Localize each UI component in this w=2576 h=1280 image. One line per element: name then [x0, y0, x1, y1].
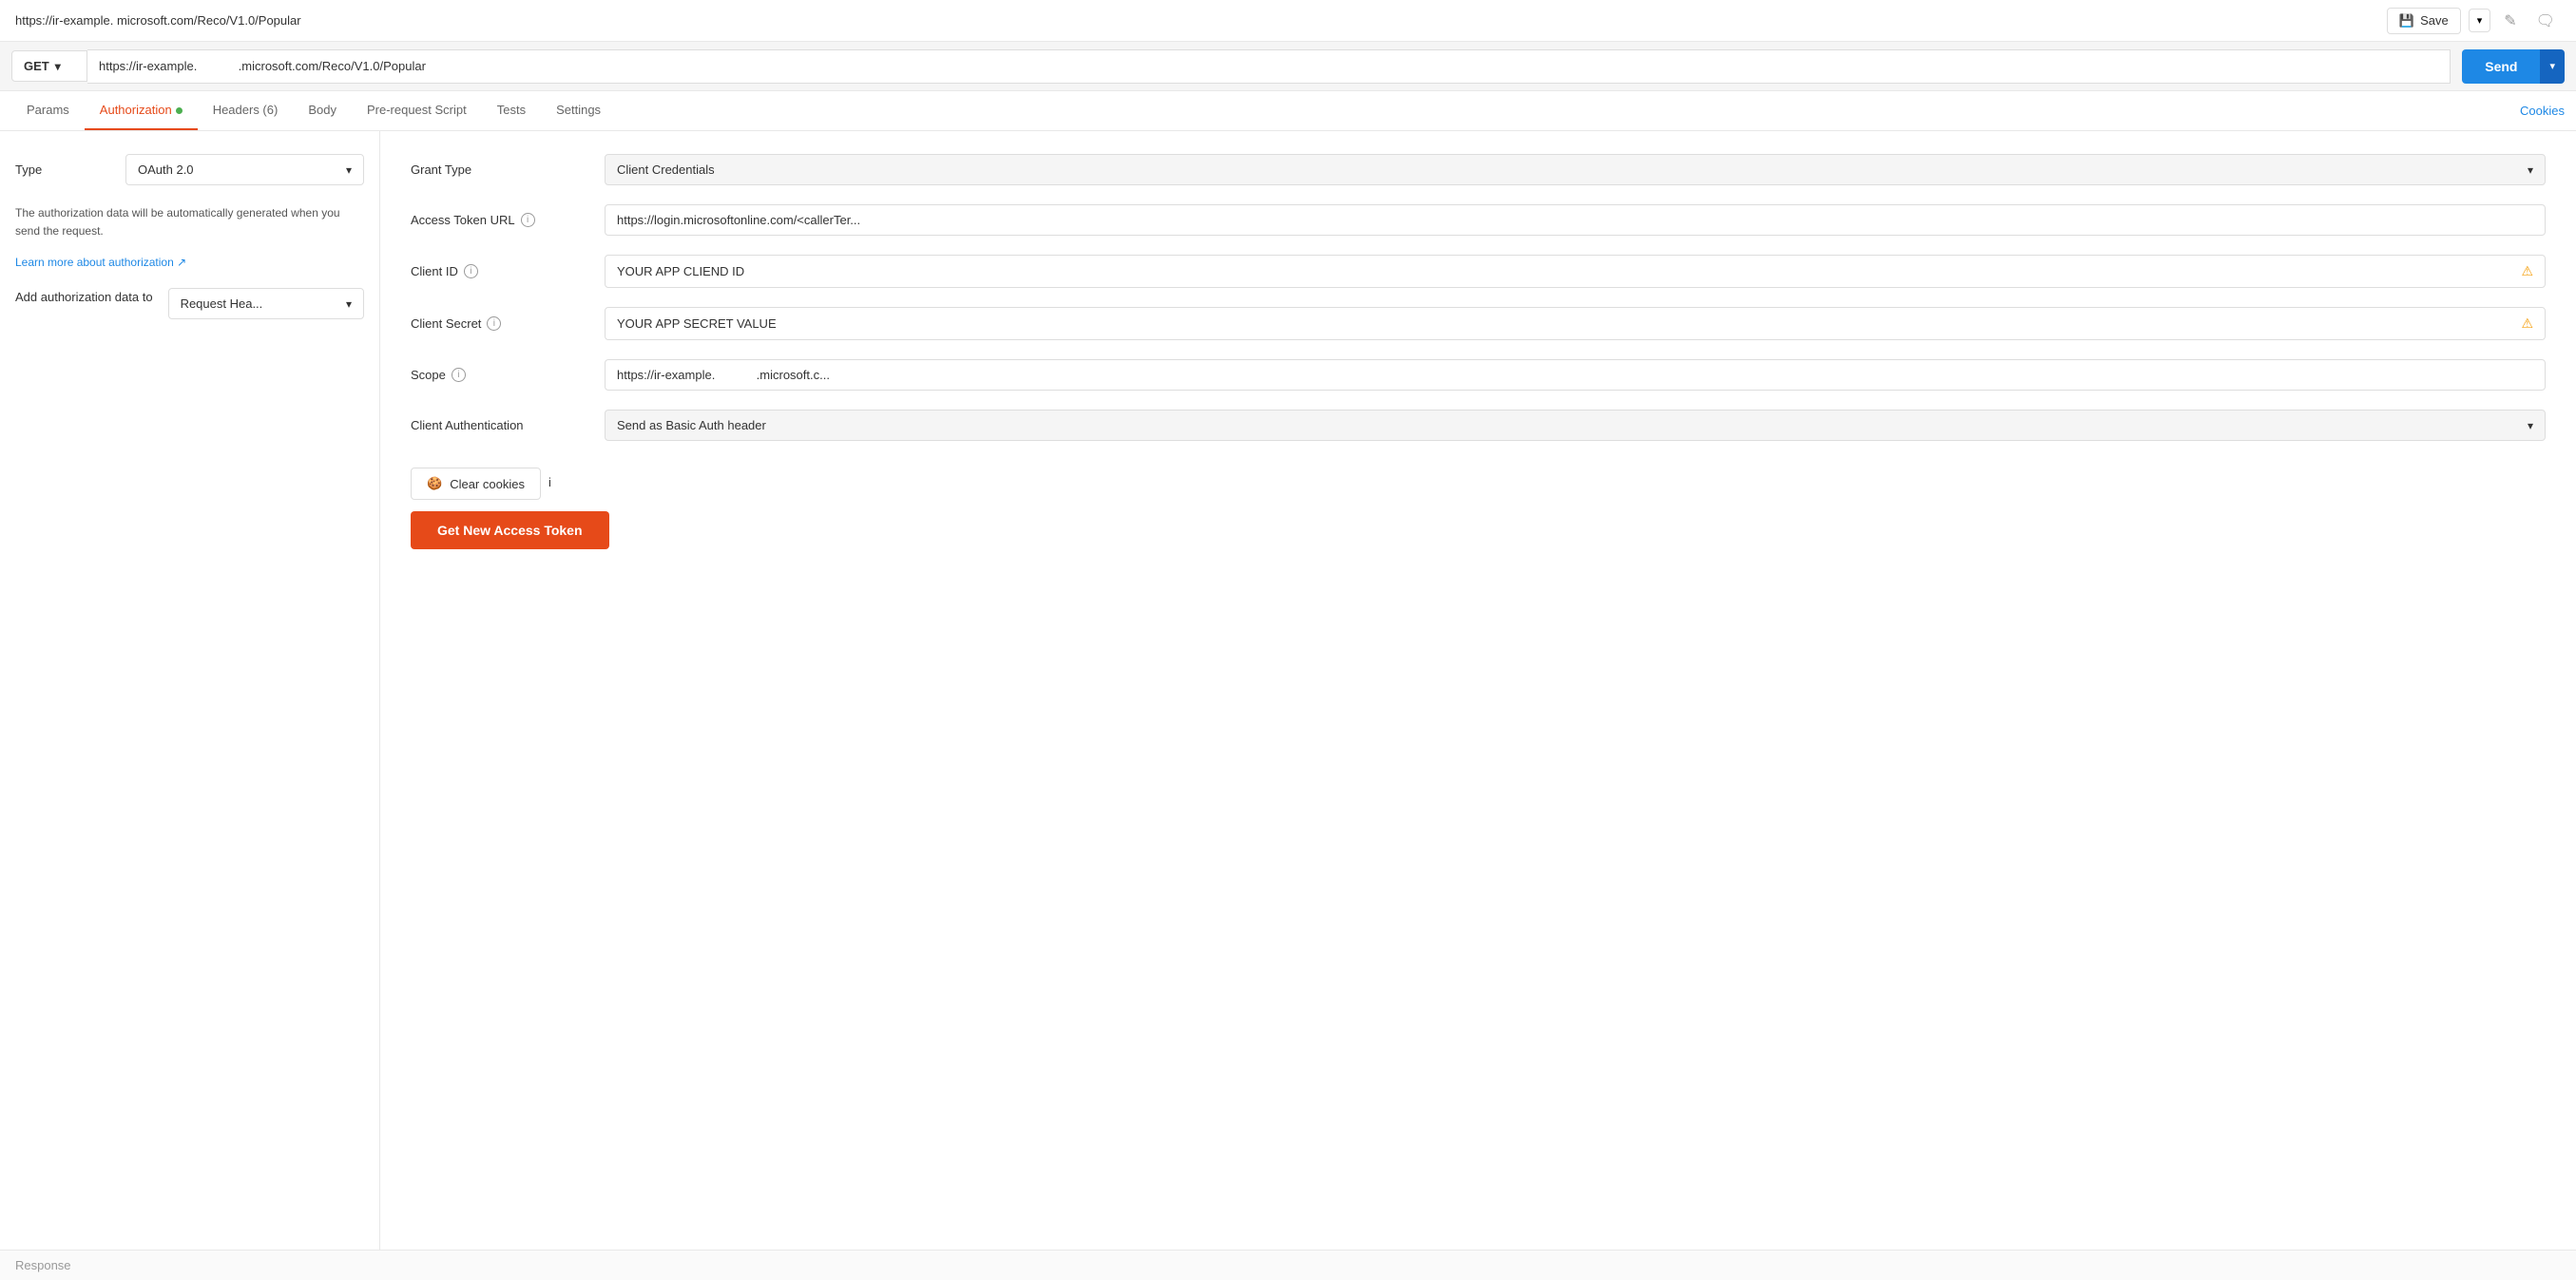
- bottom-actions: 🍪 Clear cookies i Get New Access Token: [411, 460, 2546, 549]
- clear-cookies-button[interactable]: 🍪 Clear cookies: [411, 468, 541, 500]
- access-token-url-info-icon[interactable]: i: [521, 213, 535, 227]
- client-secret-label: Client Secret i: [411, 316, 582, 331]
- client-auth-label: Client Authentication: [411, 418, 582, 432]
- client-secret-warning-icon: ⚠: [2521, 315, 2533, 332]
- scope-label: Scope i: [411, 368, 582, 382]
- save-button[interactable]: 💾 Save: [2387, 8, 2461, 34]
- type-select[interactable]: OAuth 2.0: [125, 154, 364, 185]
- access-token-url-input[interactable]: [605, 204, 2546, 236]
- top-bar-url-right: microsoft.com/Reco/V1.0/Popular: [117, 13, 301, 28]
- url-input[interactable]: [87, 49, 2451, 84]
- scope-row: Scope i: [411, 359, 2546, 391]
- client-auth-row: Client Authentication Send as Basic Auth…: [411, 410, 2546, 441]
- clear-cookies-icon: 🍪: [427, 476, 442, 491]
- comment-button[interactable]: 🗨: [2530, 8, 2561, 34]
- scope-input[interactable]: [605, 359, 2546, 391]
- client-secret-value: YOUR APP SECRET VALUE: [617, 316, 777, 331]
- learn-more-arrow: ↗: [177, 256, 186, 269]
- save-caret-button[interactable]: ▾: [2469, 9, 2491, 32]
- client-id-field[interactable]: YOUR APP CLIEND ID ⚠: [605, 255, 2546, 288]
- clear-cookies-info-icon[interactable]: i: [548, 475, 566, 492]
- send-button[interactable]: Send: [2462, 49, 2540, 84]
- add-auth-row: Add authorization data to Request Hea...: [15, 288, 364, 319]
- left-panel: Type OAuth 2.0 The authorization data wi…: [0, 131, 380, 1250]
- access-token-url-label: Access Token URL i: [411, 213, 582, 227]
- grant-type-value: Client Credentials: [617, 162, 715, 177]
- client-auth-select[interactable]: Send as Basic Auth header: [605, 410, 2546, 441]
- tab-headers[interactable]: Headers (6): [198, 91, 294, 130]
- top-bar-url: https://ir-example. microsoft.com/Reco/V…: [15, 13, 301, 28]
- save-icon: 💾: [2399, 13, 2414, 29]
- client-auth-chevron: [2528, 418, 2533, 432]
- edit-button[interactable]: ✎: [2498, 8, 2522, 34]
- client-id-info-icon[interactable]: i: [464, 264, 478, 278]
- tab-body[interactable]: Body: [293, 91, 352, 130]
- client-secret-row: Client Secret i YOUR APP SECRET VALUE ⚠: [411, 307, 2546, 340]
- response-label: Response: [15, 1258, 71, 1272]
- add-auth-select[interactable]: Request Hea...: [168, 288, 364, 319]
- main-content: Type OAuth 2.0 The authorization data wi…: [0, 131, 2576, 1250]
- add-auth-label: Add authorization data to: [15, 288, 153, 307]
- clear-cookies-label: Clear cookies: [450, 477, 525, 491]
- type-chevron: [346, 162, 352, 177]
- tab-authorization[interactable]: Authorization: [85, 91, 198, 130]
- grant-type-row: Grant Type Client Credentials: [411, 154, 2546, 185]
- tab-params[interactable]: Params: [11, 91, 85, 130]
- top-bar-actions: 💾 Save ▾ ✎ 🗨: [2387, 8, 2561, 34]
- access-token-url-row: Access Token URL i: [411, 204, 2546, 236]
- client-id-label: Client ID i: [411, 264, 582, 278]
- top-bar: https://ir-example. microsoft.com/Reco/V…: [0, 0, 2576, 42]
- client-id-value: YOUR APP CLIEND ID: [617, 264, 744, 278]
- add-auth-chevron: [346, 296, 352, 311]
- right-panel: Grant Type Client Credentials Access Tok…: [380, 131, 2576, 1250]
- tab-prerequest[interactable]: Pre-request Script: [352, 91, 482, 130]
- tab-settings[interactable]: Settings: [541, 91, 616, 130]
- grant-type-select[interactable]: Client Credentials: [605, 154, 2546, 185]
- grant-type-chevron: [2528, 162, 2533, 177]
- cookies-link[interactable]: Cookies: [2520, 92, 2565, 129]
- add-auth-value: Request Hea...: [181, 296, 263, 311]
- tab-tests[interactable]: Tests: [482, 91, 541, 130]
- get-new-access-token-button[interactable]: Get New Access Token: [411, 511, 609, 549]
- client-secret-field[interactable]: YOUR APP SECRET VALUE ⚠: [605, 307, 2546, 340]
- send-button-group: Send ▾: [2462, 49, 2565, 84]
- client-secret-info-icon[interactable]: i: [487, 316, 501, 331]
- url-bar: GET Send ▾: [0, 42, 2576, 91]
- save-label: Save: [2420, 13, 2449, 28]
- client-auth-value: Send as Basic Auth header: [617, 418, 766, 432]
- edit-icon: ✎: [2504, 13, 2516, 29]
- tabs-bar: Params Authorization Headers (6) Body Pr…: [0, 91, 2576, 131]
- type-label: Type: [15, 162, 110, 177]
- comment-icon: 🗨: [2536, 13, 2555, 29]
- authorization-dot: [176, 107, 183, 114]
- response-bar: Response: [0, 1250, 2576, 1280]
- send-caret-button[interactable]: ▾: [2540, 49, 2565, 84]
- learn-more-link[interactable]: Learn more about authorization ↗: [15, 256, 186, 269]
- top-bar-url-left: https://ir-example.: [15, 13, 113, 28]
- client-id-warning-icon: ⚠: [2521, 263, 2533, 279]
- client-id-row: Client ID i YOUR APP CLIEND ID ⚠: [411, 255, 2546, 288]
- type-value: OAuth 2.0: [138, 162, 194, 177]
- method-chevron: [55, 59, 61, 73]
- auth-info-block: The authorization data will be automatic…: [15, 204, 364, 269]
- learn-more-label: Learn more about authorization: [15, 256, 174, 269]
- grant-type-label: Grant Type: [411, 162, 582, 177]
- method-select[interactable]: GET: [11, 50, 87, 82]
- auth-info-text: The authorization data will be automatic…: [15, 204, 364, 240]
- type-row: Type OAuth 2.0: [15, 154, 364, 185]
- scope-info-icon[interactable]: i: [452, 368, 466, 382]
- method-label: GET: [24, 59, 49, 73]
- get-token-label: Get New Access Token: [437, 523, 583, 538]
